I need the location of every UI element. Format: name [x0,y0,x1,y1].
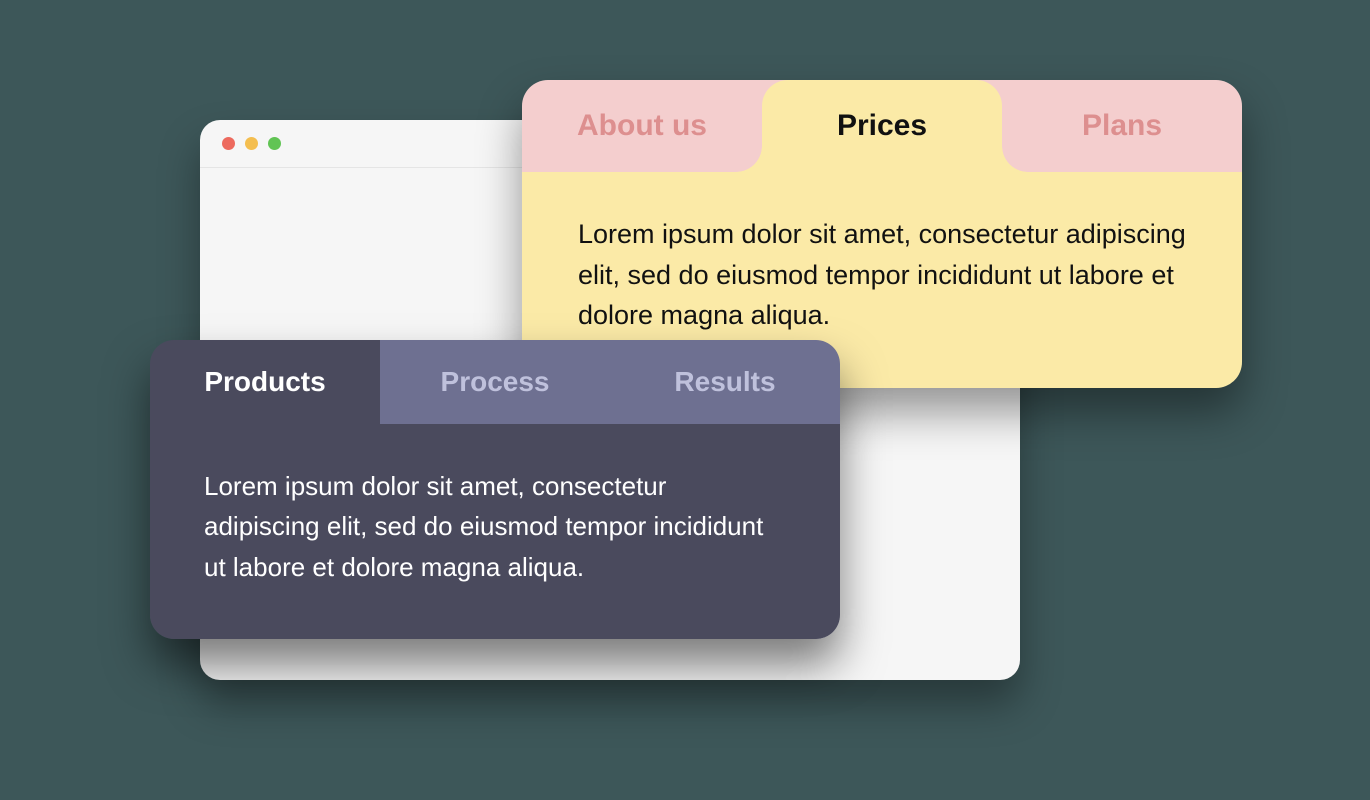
light-tab-bar: About us Prices Plans [522,80,1242,172]
dark-tab-content: Lorem ipsum dolor sit amet, consectetur … [150,424,840,639]
dark-tab-card: Products Process Results Lorem ipsum dol… [150,340,840,639]
maximize-icon[interactable] [268,137,281,150]
close-icon[interactable] [222,137,235,150]
tab-process[interactable]: Process [380,340,610,424]
tab-prices[interactable]: Prices [762,80,1002,172]
tab-label: Results [674,366,775,398]
tab-label: Prices [837,109,927,143]
minimize-icon[interactable] [245,137,258,150]
tab-plans[interactable]: Plans [1002,80,1242,172]
tab-label: Products [204,366,325,398]
tab-label: Plans [1082,109,1162,143]
tab-results[interactable]: Results [610,340,840,424]
tab-products[interactable]: Products [150,340,380,424]
tab-label: Process [441,366,550,398]
tab-about-us[interactable]: About us [522,80,762,172]
dark-tab-bar: Products Process Results [150,340,840,424]
tab-label: About us [577,109,707,143]
